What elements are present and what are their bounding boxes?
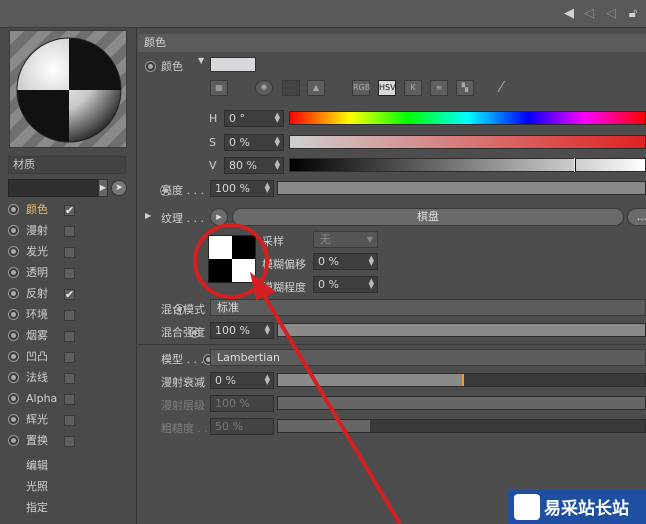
annotation-arrow-line <box>260 290 402 524</box>
watermark-text: 易采站长站 <box>544 499 629 519</box>
annotation-overlay <box>193 223 402 524</box>
watermark-logo-icon <box>514 494 540 520</box>
